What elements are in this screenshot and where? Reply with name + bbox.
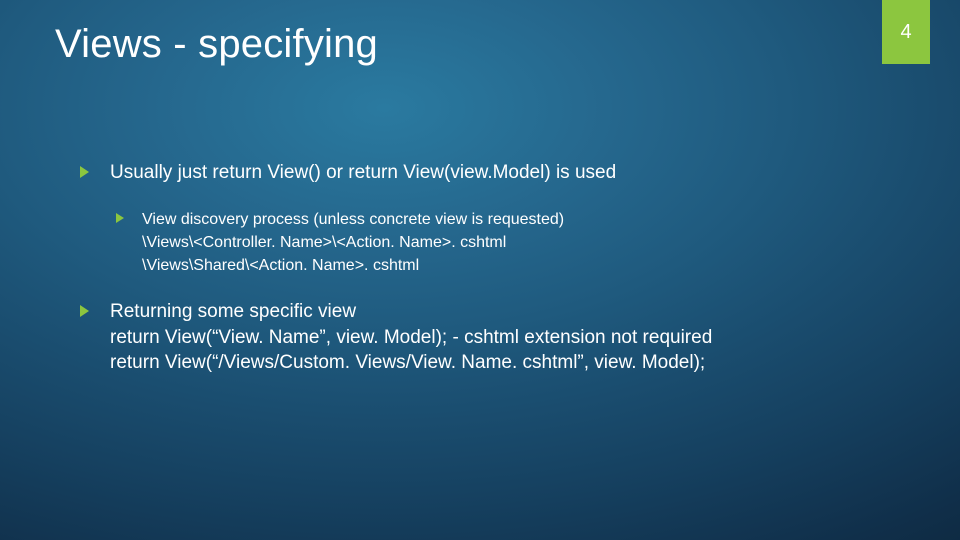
bullet-text: return View(“/Views/Custom. Views/View. … [110,350,900,376]
bullet-level1: Usually just return View() or return Vie… [80,160,900,186]
slide-body: Usually just return View() or return Vie… [80,160,900,398]
bullet-text: Returning some specific view [110,299,900,325]
bullet-level1: Returning some specific view return View… [80,299,900,376]
slide: Views - specifying 4 Usually just return… [0,0,960,540]
page-number: 4 [900,21,911,44]
slide-title: Views - specifying [55,22,378,67]
bullet-level2: View discovery process (unless concrete … [116,208,900,278]
bullet-text: \Views\<Controller. Name>\<Action. Name>… [142,231,900,254]
bullet-text: \Views\Shared\<Action. Name>. cshtml [142,254,900,277]
page-number-badge: 4 [882,0,930,64]
bullet-text: return View(“View. Name”, view. Model); … [110,325,900,351]
bullet-text: View discovery process (unless concrete … [142,208,900,231]
bullet-text: Usually just return View() or return Vie… [110,162,616,183]
